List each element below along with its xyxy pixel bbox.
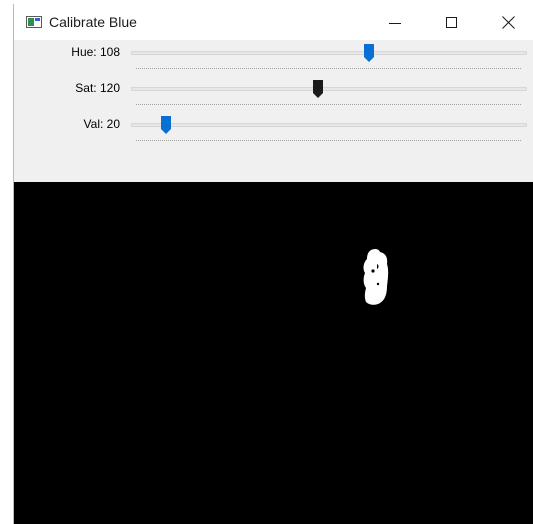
detected-blob [363,248,389,305]
maximize-icon [445,16,457,28]
calibrate-window: Calibrate Blue Hue: 108 Sat: 120 Val: 20 [13,4,533,524]
trackbar-thumb-val[interactable] [160,115,172,135]
trackbar-label-hue: Hue: 108 [71,45,120,59]
maximize-button[interactable] [428,4,474,40]
background-window-edge [0,0,14,524]
desktop-screen: Calibrate Blue Hue: 108 Sat: 120 Val: 20 [0,0,533,524]
trackbar-ticks-val [136,140,522,141]
window-title: Calibrate Blue [49,14,137,30]
trackbar-track-sat[interactable] [131,87,527,91]
minimize-icon [389,22,401,24]
trackbar-thumb-sat[interactable] [312,79,324,99]
trackbar-thumb-hue[interactable] [363,43,375,63]
trackbar-hue: Hue: 108 [14,40,533,76]
trackbar-sat: Sat: 120 [14,76,533,112]
trackbar-track-val[interactable] [131,123,527,127]
app-icon [26,16,42,28]
close-icon [502,15,516,29]
title-bar[interactable]: Calibrate Blue [14,4,533,40]
close-button[interactable] [486,4,532,40]
trackbar-ticks-sat [136,104,522,105]
mask-image-view [14,182,533,524]
trackbar-val: Val: 20 [14,112,533,148]
trackbar-label-sat: Sat: 120 [75,81,120,95]
trackbar-label-val: Val: 20 [83,117,120,131]
trackbar-panel: Hue: 108 Sat: 120 Val: 20 [14,40,533,182]
minimize-button[interactable] [372,4,418,40]
trackbar-ticks-hue [136,68,522,69]
trackbar-track-hue[interactable] [131,51,527,55]
